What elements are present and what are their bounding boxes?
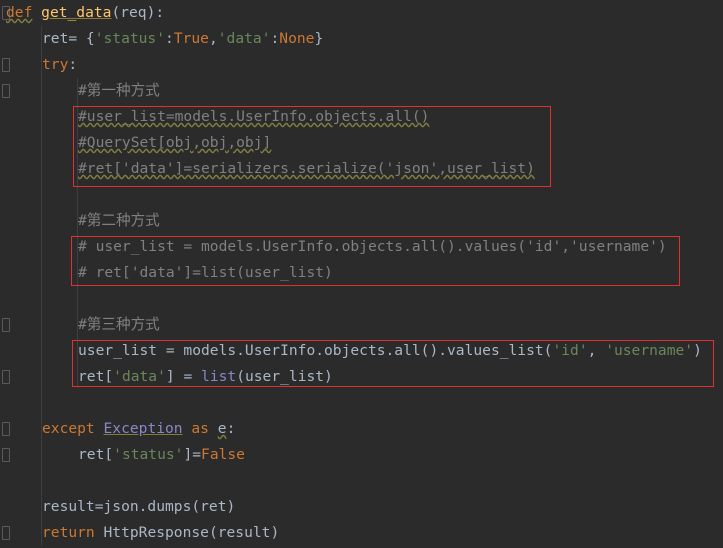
code-line-17[interactable]: return HttpResponse(result) — [42, 520, 279, 546]
code-line-10[interactable]: # ret['data']=list(user_list) — [78, 260, 333, 286]
code-editor[interactable]: def get_data (req): ret= {'status': True, '… — [0, 0, 723, 548]
code-line-5[interactable]: #user_list=models.UserInfo.objects.all() — [78, 104, 429, 130]
indent-guide — [41, 26, 42, 546]
code-line-7[interactable]: #ret['data']=serializers.serialize('json… — [78, 156, 535, 182]
fold-marker-icon[interactable] — [2, 58, 10, 72]
code-line-14[interactable]: except Exception as e: — [42, 416, 235, 442]
code-line-1[interactable]: def get_data (req): — [6, 0, 164, 26]
fold-marker-icon[interactable] — [2, 526, 10, 540]
fold-marker-icon[interactable] — [2, 422, 10, 436]
code-line-6[interactable]: #QuerySet[obj,obj,obj] — [78, 130, 271, 156]
fold-marker-icon[interactable] — [2, 448, 10, 462]
code-line-11[interactable]: #第三种方式 — [78, 312, 160, 338]
code-line-15[interactable]: ret['status']= False — [78, 442, 245, 468]
fold-marker-icon[interactable] — [2, 84, 10, 98]
code-line-16[interactable]: result=json.dumps(ret) — [42, 494, 235, 520]
code-line-12[interactable]: user_list = models.UserInfo.objects.all(… — [78, 338, 702, 364]
code-line-4[interactable]: #第一种方式 — [78, 78, 160, 104]
fold-marker-icon[interactable] — [2, 318, 10, 332]
fold-marker-icon[interactable] — [2, 370, 10, 384]
code-line-3[interactable]: try: — [42, 52, 77, 78]
code-line-13[interactable]: ret['data'] = list (user_list) — [78, 364, 333, 390]
code-line-9[interactable]: # user_list = models.UserInfo.objects.al… — [78, 234, 667, 260]
code-line-8[interactable]: #第二种方式 — [78, 208, 160, 234]
code-line-2[interactable]: ret= {'status': True,'data': None} — [42, 26, 323, 52]
